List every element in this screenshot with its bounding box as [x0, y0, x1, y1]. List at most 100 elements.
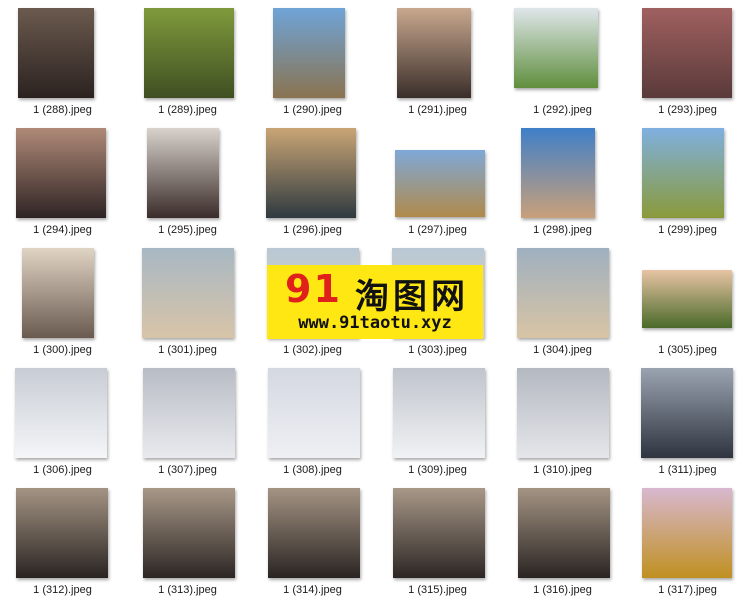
file-item[interactable]: 1 (292).jpeg — [500, 4, 625, 124]
file-name-label[interactable]: 1 (289).jpeg — [125, 104, 250, 116]
file-thumbnail[interactable] — [18, 8, 94, 98]
file-thumbnail[interactable] — [395, 150, 485, 217]
file-name-label[interactable]: 1 (314).jpeg — [250, 584, 375, 596]
file-item[interactable]: 1 (307).jpeg — [125, 364, 250, 484]
file-item[interactable]: 1 (294).jpeg — [0, 124, 125, 244]
file-thumbnail-frame — [625, 368, 750, 462]
file-thumbnail[interactable] — [517, 368, 609, 458]
file-thumbnail[interactable] — [268, 488, 360, 578]
file-item[interactable]: 1 (293).jpeg — [625, 4, 750, 124]
file-name-label[interactable]: 1 (316).jpeg — [500, 584, 625, 596]
file-thumbnail-frame — [0, 8, 125, 102]
file-name-label[interactable]: 1 (305).jpeg — [625, 344, 750, 356]
file-thumbnail[interactable] — [642, 488, 732, 578]
file-item[interactable]: 1 (305).jpeg — [625, 244, 750, 364]
file-item[interactable]: 1 (288).jpeg — [0, 4, 125, 124]
file-thumbnail[interactable] — [641, 368, 733, 458]
file-thumbnail[interactable] — [22, 248, 94, 338]
file-name-label[interactable]: 1 (292).jpeg — [500, 104, 625, 116]
file-name-label[interactable]: 1 (309).jpeg — [375, 464, 500, 476]
file-thumbnail[interactable] — [393, 488, 485, 578]
file-thumbnail[interactable] — [268, 368, 360, 458]
file-name-label[interactable]: 1 (310).jpeg — [500, 464, 625, 476]
file-name-label[interactable]: 1 (306).jpeg — [0, 464, 125, 476]
file-item[interactable]: 1 (299).jpeg — [625, 124, 750, 244]
file-item[interactable]: 1 (297).jpeg — [375, 124, 500, 244]
file-thumbnail[interactable] — [397, 8, 471, 98]
file-thumbnail[interactable] — [642, 270, 732, 328]
file-item[interactable]: 1 (315).jpeg — [375, 484, 500, 604]
file-thumbnail[interactable] — [393, 368, 485, 458]
file-name-label[interactable]: 1 (313).jpeg — [125, 584, 250, 596]
file-item[interactable]: 1 (313).jpeg — [125, 484, 250, 604]
file-name-label[interactable]: 1 (302).jpeg — [250, 344, 375, 356]
file-name-label[interactable]: 1 (303).jpeg — [375, 344, 500, 356]
file-thumbnail-frame — [625, 488, 750, 582]
file-name-label[interactable]: 1 (290).jpeg — [250, 104, 375, 116]
file-item[interactable]: 1 (298).jpeg — [500, 124, 625, 244]
file-thumbnail[interactable] — [273, 8, 345, 98]
file-thumbnail-frame — [625, 248, 750, 342]
file-thumbnail-frame — [375, 488, 500, 582]
file-thumbnail[interactable] — [15, 368, 107, 458]
file-thumbnail[interactable] — [517, 248, 609, 338]
file-thumbnail[interactable] — [642, 128, 724, 218]
file-item[interactable]: 1 (289).jpeg — [125, 4, 250, 124]
file-name-label[interactable]: 1 (307).jpeg — [125, 464, 250, 476]
file-item[interactable]: 1 (304).jpeg — [500, 244, 625, 364]
file-item[interactable]: 1 (312).jpeg — [0, 484, 125, 604]
file-name-label[interactable]: 1 (296).jpeg — [250, 224, 375, 236]
file-name-label[interactable]: 1 (315).jpeg — [375, 584, 500, 596]
file-thumbnail[interactable] — [642, 8, 732, 98]
file-item[interactable]: 1 (295).jpeg — [125, 124, 250, 244]
file-thumbnail-frame — [500, 8, 625, 102]
file-thumbnail-frame — [250, 8, 375, 102]
file-name-label[interactable]: 1 (291).jpeg — [375, 104, 500, 116]
file-name-label[interactable]: 1 (301).jpeg — [125, 344, 250, 356]
file-thumbnail[interactable] — [143, 368, 235, 458]
file-item[interactable]: 1 (290).jpeg — [250, 4, 375, 124]
file-thumbnail[interactable] — [16, 128, 106, 218]
file-thumbnail[interactable] — [266, 128, 356, 218]
file-name-label[interactable]: 1 (312).jpeg — [0, 584, 125, 596]
file-thumbnail[interactable] — [521, 128, 595, 218]
file-name-label[interactable]: 1 (294).jpeg — [0, 224, 125, 236]
file-thumbnail-frame — [0, 488, 125, 582]
file-name-label[interactable]: 1 (300).jpeg — [0, 344, 125, 356]
file-name-label[interactable]: 1 (293).jpeg — [625, 104, 750, 116]
file-item[interactable]: 1 (308).jpeg — [250, 364, 375, 484]
file-item[interactable]: 1 (310).jpeg — [500, 364, 625, 484]
file-item[interactable]: 1 (291).jpeg — [375, 4, 500, 124]
file-name-label[interactable]: 1 (304).jpeg — [500, 344, 625, 356]
file-thumbnail[interactable] — [16, 488, 108, 578]
file-name-label[interactable]: 1 (299).jpeg — [625, 224, 750, 236]
file-thumbnail[interactable] — [142, 248, 234, 338]
file-name-label[interactable]: 1 (297).jpeg — [375, 224, 500, 236]
file-thumbnail[interactable] — [144, 8, 234, 98]
file-item[interactable]: 1 (314).jpeg — [250, 484, 375, 604]
file-item[interactable]: 1 (300).jpeg — [0, 244, 125, 364]
file-thumbnail[interactable] — [518, 488, 610, 578]
file-thumbnail-frame — [500, 128, 625, 222]
file-name-label[interactable]: 1 (295).jpeg — [125, 224, 250, 236]
file-thumbnail-frame — [375, 368, 500, 462]
file-name-label[interactable]: 1 (298).jpeg — [500, 224, 625, 236]
file-item[interactable]: 1 (316).jpeg — [500, 484, 625, 604]
file-name-label[interactable]: 1 (311).jpeg — [625, 464, 750, 476]
file-item[interactable]: 1 (317).jpeg — [625, 484, 750, 604]
file-item[interactable]: 1 (301).jpeg — [125, 244, 250, 364]
file-item[interactable]: 1 (296).jpeg — [250, 124, 375, 244]
file-name-label[interactable]: 1 (317).jpeg — [625, 584, 750, 596]
file-name-label[interactable]: 1 (288).jpeg — [0, 104, 125, 116]
file-thumbnail[interactable] — [143, 488, 235, 578]
file-thumbnail[interactable] — [147, 128, 219, 218]
watermark-banner: 91 淘图网 www.91taotu.xyz — [267, 265, 483, 339]
watermark-logo: 91 淘图网 — [277, 267, 477, 317]
file-thumbnail[interactable] — [514, 8, 598, 88]
file-item[interactable]: 1 (311).jpeg — [625, 364, 750, 484]
file-item[interactable]: 1 (306).jpeg — [0, 364, 125, 484]
file-thumbnail-frame — [125, 128, 250, 222]
file-item[interactable]: 1 (309).jpeg — [375, 364, 500, 484]
watermark-number: 91 — [285, 267, 342, 311]
file-name-label[interactable]: 1 (308).jpeg — [250, 464, 375, 476]
